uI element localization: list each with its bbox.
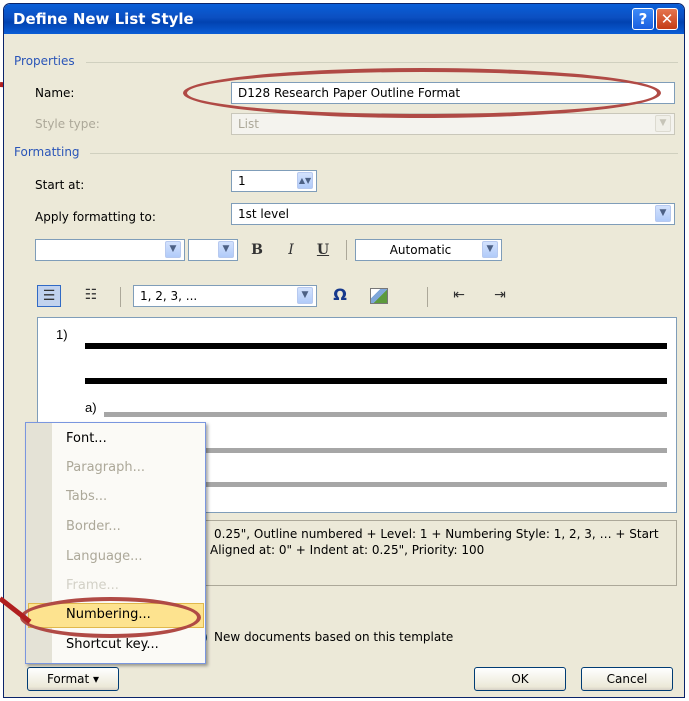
start-at-label: Start at: [35, 178, 85, 192]
italic-button[interactable]: I [280, 240, 302, 260]
toolbar-separator [427, 287, 428, 307]
increase-indent-icon[interactable]: ⇥ [488, 285, 512, 305]
close-button[interactable]: ✕ [656, 8, 678, 30]
description-line-1: 0.25", Outline numbered + Level: 1 + Num… [214, 527, 659, 541]
menu-item-language[interactable]: Language... [66, 549, 143, 564]
numbered-list-icon[interactable]: ☰ [37, 285, 61, 307]
help-button[interactable]: ? [632, 8, 654, 30]
bold-button[interactable]: B [246, 240, 268, 260]
menu-item-border[interactable]: Border... [66, 519, 121, 534]
new-documents-label: New documents based on this template [214, 630, 454, 644]
apply-formatting-label: Apply formatting to: [35, 210, 156, 224]
preview-level1-marker: 1) [56, 327, 68, 342]
chevron-down-icon[interactable]: ▼ [218, 241, 234, 258]
chevron-down-icon[interactable]: ▼ [297, 287, 313, 304]
menu-item-paragraph[interactable]: Paragraph... [66, 460, 145, 475]
description-line-2: Aligned at: 0" + Indent at: 0.25", Prior… [210, 543, 485, 557]
preview-line [85, 378, 667, 384]
preview-line [85, 343, 667, 349]
chevron-down-icon[interactable]: ▼ [165, 241, 181, 258]
font-name-select[interactable] [35, 239, 185, 261]
bulleted-list-icon[interactable]: ☷ [79, 285, 103, 305]
menu-item-font[interactable]: Font... [66, 431, 107, 446]
preview-level2-marker: a) [85, 400, 97, 415]
dialog-title: Define New List Style [13, 10, 194, 28]
apply-formatting-select[interactable]: 1st level [231, 203, 675, 225]
cancel-button[interactable]: Cancel [581, 667, 673, 691]
toolbar-separator [346, 240, 347, 260]
number-style-select[interactable]: 1, 2, 3, ... [133, 285, 317, 307]
title-bar: Define New List Style ? ✕ [4, 4, 684, 34]
spin-stepper-icon[interactable]: ▲▼ [297, 172, 313, 189]
format-button[interactable]: Format ▾ [27, 667, 119, 691]
properties-group-label: Properties [14, 54, 75, 68]
toolbar-separator [120, 287, 121, 307]
menu-item-shortcut-key[interactable]: Shortcut key... [66, 637, 159, 652]
chevron-down-icon: ▼ [655, 115, 671, 132]
properties-divider [86, 62, 678, 63]
font-color-select[interactable]: Automatic [355, 239, 502, 261]
ok-button[interactable]: OK [474, 667, 566, 691]
chevron-down-icon[interactable]: ▼ [655, 205, 671, 222]
name-label: Name: [35, 86, 75, 100]
style-type-label: Style type: [35, 117, 100, 131]
chevron-down-icon[interactable]: ▼ [482, 241, 498, 258]
formatting-divider [90, 153, 678, 154]
annotation-ellipse-name [183, 68, 661, 118]
underline-button[interactable]: U [312, 240, 334, 260]
annotation-ellipse-numbering [20, 597, 201, 638]
menu-item-frame[interactable]: Frame... [66, 578, 119, 593]
decrease-indent-icon[interactable]: ⇤ [447, 285, 471, 305]
preview-line [104, 412, 667, 417]
menu-item-tabs[interactable]: Tabs... [66, 489, 107, 504]
formatting-group-label: Formatting [14, 145, 80, 159]
symbol-icon[interactable]: Ω [328, 285, 352, 305]
picture-icon[interactable] [370, 288, 388, 304]
